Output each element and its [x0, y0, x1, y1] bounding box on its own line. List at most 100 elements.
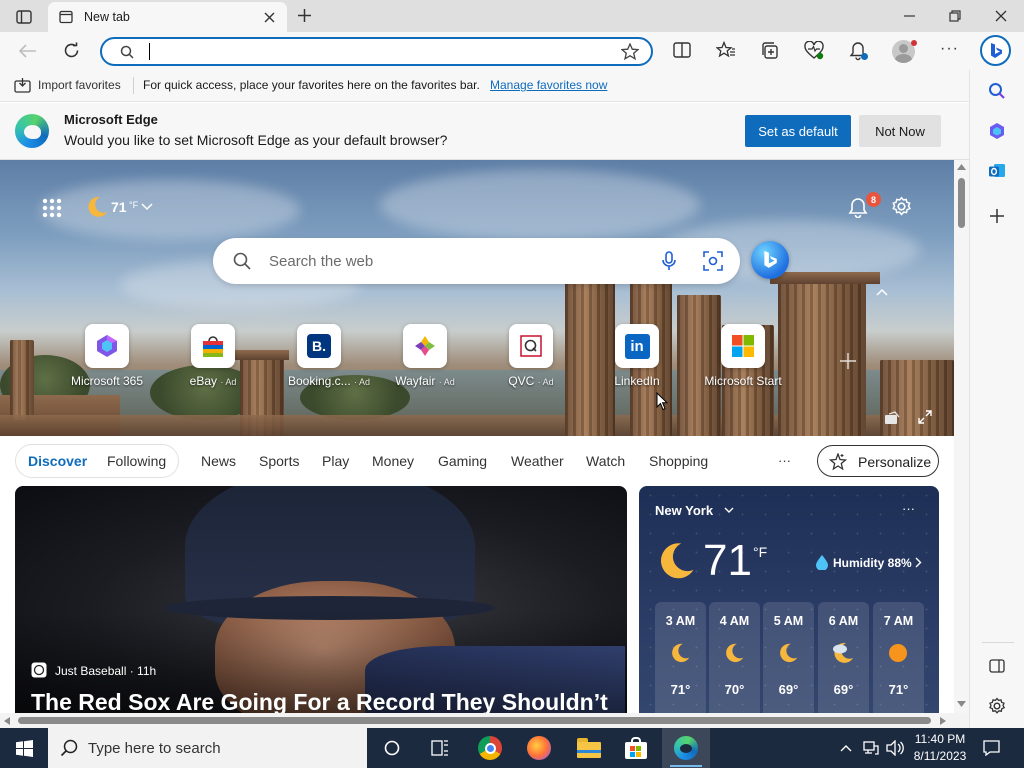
chevron-down-icon[interactable]: [724, 507, 734, 514]
nav-gaming[interactable]: Gaming: [438, 453, 487, 469]
quick-link-booking[interactable]: B.: [297, 324, 341, 368]
set-as-default-button[interactable]: Set as default: [745, 115, 851, 147]
weather-city[interactable]: New York: [655, 503, 713, 518]
sidebar-outlook-icon[interactable]: [988, 162, 1006, 180]
hour-time: 3 AM: [665, 614, 696, 628]
quick-link-qvc[interactable]: [509, 324, 553, 368]
sidebar-settings-icon[interactable]: [988, 697, 1006, 715]
story-headline[interactable]: The Red Sox Are Going For a Record They …: [31, 689, 608, 713]
nav-weather[interactable]: Weather: [511, 453, 564, 469]
import-favorites-button[interactable]: Import favorites: [38, 78, 121, 92]
nav-watch[interactable]: Watch: [586, 453, 625, 469]
background-info-icon[interactable]: [884, 411, 900, 425]
quick-link-wayfair[interactable]: [403, 324, 447, 368]
file-explorer-taskbar-icon[interactable]: [577, 738, 601, 758]
task-view-icon[interactable]: [384, 740, 400, 756]
quick-link-microsoft-start[interactable]: [721, 324, 765, 368]
main-story-card[interactable]: Just Baseball · 11h The Red Sox Are Goin…: [15, 486, 627, 713]
hourly-forecast-item[interactable]: 7 AM 71°: [873, 602, 924, 722]
edge-taskbar-active[interactable]: [662, 728, 710, 768]
booking-icon: B.: [307, 334, 331, 358]
split-screen-icon[interactable]: [673, 42, 691, 58]
action-center-icon[interactable]: [983, 740, 1000, 756]
chrome-taskbar-icon[interactable]: [478, 736, 502, 760]
refresh-icon[interactable]: [63, 42, 80, 59]
nav-play[interactable]: Play: [322, 453, 349, 469]
hourly-forecast-item[interactable]: 6 AM 69°: [818, 602, 869, 722]
collapse-up-icon[interactable]: [876, 288, 888, 296]
scroll-left-arrow-icon[interactable]: [4, 717, 10, 725]
hide-sidebar-icon[interactable]: [989, 659, 1005, 673]
tab-actions-icon[interactable]: [10, 6, 38, 28]
notifications-bell-icon[interactable]: [848, 197, 868, 218]
address-input[interactable]: [148, 43, 588, 61]
nav-money[interactable]: Money: [372, 453, 414, 469]
voice-search-icon[interactable]: [662, 251, 676, 271]
back-icon[interactable]: [19, 44, 37, 58]
scroll-right-arrow-icon[interactable]: [940, 717, 946, 725]
vertical-scroll-thumb[interactable]: [958, 178, 965, 228]
firefox-taskbar-icon[interactable]: [527, 736, 551, 760]
nav-sports[interactable]: Sports: [259, 453, 299, 469]
nav-news[interactable]: News: [201, 453, 236, 469]
tab-following[interactable]: Following: [107, 453, 166, 469]
favorites-icon[interactable]: [716, 41, 736, 59]
store-taskbar-icon[interactable]: [625, 737, 647, 759]
taskbar-search-box[interactable]: Type here to search: [48, 728, 367, 768]
minimize-icon[interactable]: [904, 15, 915, 17]
moon-cloud-icon: [833, 642, 853, 663]
notifications-icon[interactable]: [849, 41, 869, 61]
more-options-icon[interactable]: ···: [940, 40, 960, 60]
scroll-down-arrow-icon[interactable]: [957, 701, 966, 707]
add-favorite-star-icon[interactable]: [621, 43, 639, 60]
expand-icon[interactable]: [918, 410, 932, 424]
import-favorites-icon[interactable]: [14, 77, 31, 93]
scroll-up-arrow-icon[interactable]: [957, 164, 966, 170]
quick-link-microsoft365[interactable]: [85, 324, 129, 368]
quick-link-linkedin[interactable]: in: [615, 324, 659, 368]
show-hidden-icons-icon[interactable]: [840, 744, 852, 752]
windows-start-icon[interactable]: [16, 740, 33, 757]
hourly-forecast-item[interactable]: 5 AM 69°: [763, 602, 814, 722]
tab-discover[interactable]: Discover: [28, 453, 87, 469]
page-settings-icon[interactable]: [891, 196, 912, 217]
sidebar-search-icon[interactable]: [988, 82, 1006, 100]
bing-chat-button[interactable]: [751, 241, 789, 279]
personalize-button[interactable]: Personalize: [817, 445, 939, 477]
network-icon[interactable]: [862, 740, 880, 756]
add-quick-link-icon[interactable]: [840, 353, 856, 369]
address-bar[interactable]: [100, 37, 653, 66]
linkedin-icon: in: [624, 333, 650, 359]
close-window-icon[interactable]: [995, 10, 1007, 22]
hourly-forecast-item[interactable]: 4 AM 70°: [709, 602, 760, 722]
horizontal-scrollbar[interactable]: [0, 713, 969, 728]
close-tab-icon[interactable]: [264, 12, 275, 23]
chevron-right-icon[interactable]: [915, 557, 922, 568]
visual-search-icon[interactable]: [703, 251, 723, 271]
more-nav-button[interactable]: ···: [778, 453, 791, 468]
nav-shopping[interactable]: Shopping: [649, 453, 708, 469]
not-now-button[interactable]: Not Now: [859, 115, 941, 147]
weather-humidity[interactable]: Humidity 88%: [833, 556, 912, 570]
manage-favorites-link[interactable]: Manage favorites now: [490, 78, 607, 92]
volume-icon[interactable]: [886, 740, 904, 756]
new-tab-icon[interactable]: [297, 8, 312, 23]
collections-icon[interactable]: [760, 41, 779, 60]
web-search-box[interactable]: Search the web: [213, 238, 740, 284]
hero-weather-widget[interactable]: 71 °F: [85, 195, 157, 219]
sidebar-add-icon[interactable]: [990, 209, 1004, 223]
tab-new-tab[interactable]: New tab: [48, 2, 287, 32]
web-search-placeholder[interactable]: Search the web: [269, 253, 373, 270]
sidebar-microsoft365-icon[interactable]: [988, 122, 1006, 140]
browser-essentials-icon[interactable]: [804, 41, 824, 60]
weather-more-icon[interactable]: ···: [902, 501, 915, 516]
vertical-scrollbar[interactable]: [954, 160, 969, 713]
restore-icon[interactable]: [949, 10, 961, 22]
apps-grid-icon[interactable]: [42, 198, 62, 218]
hourly-forecast-item[interactable]: 3 AM 71°: [655, 602, 706, 722]
quick-link-ebay[interactable]: [191, 324, 235, 368]
clock[interactable]: 11:40 PM 8/11/2023: [908, 731, 972, 765]
horizontal-scroll-thumb[interactable]: [18, 717, 931, 724]
copilot-icon[interactable]: [980, 35, 1011, 66]
widgets-icon[interactable]: [431, 740, 449, 756]
